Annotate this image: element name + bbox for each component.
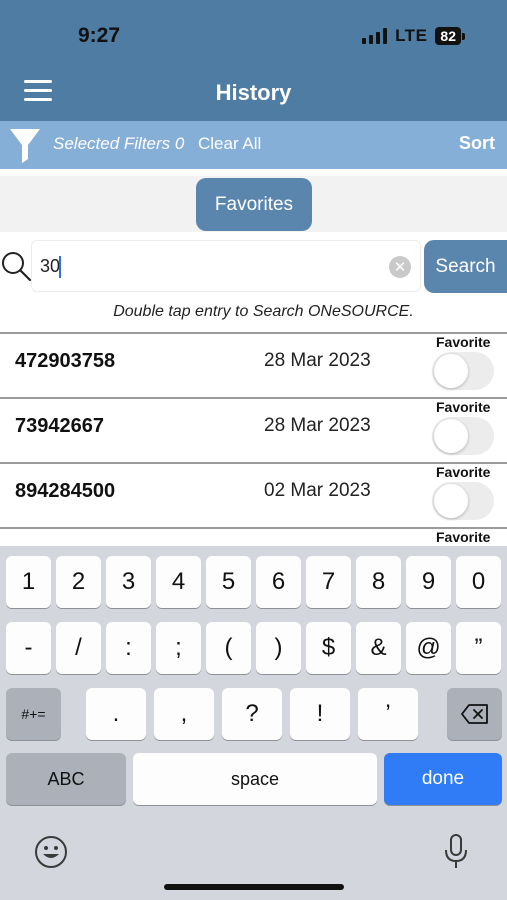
done-key[interactable]: done <box>384 753 502 805</box>
key-hyphen[interactable]: - <box>6 622 51 674</box>
favorite-toggle[interactable] <box>432 417 494 455</box>
favorite-label: Favorite <box>436 464 491 480</box>
status-time: 9:27 <box>78 24 121 47</box>
record-id: 894284500 <box>15 480 116 502</box>
backspace-icon <box>460 704 488 724</box>
sort-button[interactable]: Sort <box>459 133 495 154</box>
key-6[interactable]: 6 <box>256 556 301 608</box>
key-quote[interactable]: ” <box>456 622 501 674</box>
record-id: 472903758 <box>15 350 116 372</box>
key-apostrophe[interactable]: ’ <box>358 688 418 740</box>
search-field-container <box>31 240 421 292</box>
home-indicator <box>164 884 344 890</box>
key-exclamation[interactable]: ! <box>290 688 350 740</box>
battery-level: 82 <box>435 27 461 45</box>
list-item[interactable]: 472903758 28 Mar 2023 Favorite <box>0 332 507 397</box>
space-key[interactable]: space <box>133 753 377 805</box>
key-dollar[interactable]: $ <box>306 622 351 674</box>
text-cursor <box>59 256 61 278</box>
key-slash[interactable]: / <box>56 622 101 674</box>
key-9[interactable]: 9 <box>406 556 451 608</box>
network-type: LTE <box>395 26 428 45</box>
filter-bar: Selected Filters 0 Clear All Sort <box>0 121 507 169</box>
key-colon[interactable]: : <box>106 622 151 674</box>
favorite-label: Favorite <box>436 399 491 415</box>
emoji-icon[interactable] <box>34 835 68 869</box>
key-open-paren[interactable]: ( <box>206 622 251 674</box>
status-indicators: LTE 82 <box>362 26 465 46</box>
favorite-toggle[interactable] <box>432 352 494 390</box>
key-0[interactable]: 0 <box>456 556 501 608</box>
search-button[interactable]: Search <box>424 240 507 293</box>
key-question[interactable]: ? <box>222 688 282 740</box>
abc-key[interactable]: ABC <box>6 753 126 805</box>
key-3[interactable]: 3 <box>106 556 151 608</box>
list-item[interactable]: 894284500 02 Mar 2023 Favorite <box>0 462 507 527</box>
backspace-key[interactable] <box>447 688 502 740</box>
favorite-label: Favorite <box>436 334 491 350</box>
key-ampersand[interactable]: & <box>356 622 401 674</box>
search-hint: Double tap entry to Search ONeSOURCE. <box>113 303 414 320</box>
key-2[interactable]: 2 <box>56 556 101 608</box>
favorites-button[interactable]: Favorites <box>196 178 312 231</box>
list-item[interactable]: 73942667 28 Mar 2023 Favorite <box>0 397 507 462</box>
selected-filters-label: Selected Filters 0 <box>53 134 185 153</box>
key-4[interactable]: 4 <box>156 556 201 608</box>
key-semicolon[interactable]: ; <box>156 622 201 674</box>
record-date: 02 Mar 2023 <box>264 480 371 501</box>
record-id: 73942667 <box>15 415 104 437</box>
record-date: 28 Mar 2023 <box>264 415 371 436</box>
favorite-toggle[interactable] <box>432 482 494 520</box>
favorite-label: Favorite <box>436 529 491 545</box>
favorites-area: Favorites <box>0 176 507 232</box>
page-title: History <box>215 80 292 105</box>
key-at[interactable]: @ <box>406 622 451 674</box>
record-date: 28 Mar 2023 <box>264 350 371 371</box>
key-7[interactable]: 7 <box>306 556 351 608</box>
search-icon <box>2 252 32 282</box>
signal-icon <box>362 28 388 44</box>
top-bar: 9:27 LTE 82 History <box>0 0 507 121</box>
key-close-paren[interactable]: ) <box>256 622 301 674</box>
key-comma[interactable]: , <box>154 688 214 740</box>
clear-all-button[interactable]: Clear All <box>198 134 261 154</box>
keyboard: 1 2 3 4 5 6 7 8 9 0 - / : ; ( ) $ & @ ” … <box>0 546 507 900</box>
filter-funnel-icon[interactable] <box>8 125 42 165</box>
battery-icon: 82 <box>435 27 465 45</box>
key-5[interactable]: 5 <box>206 556 251 608</box>
search-input[interactable] <box>40 241 380 291</box>
key-8[interactable]: 8 <box>356 556 401 608</box>
key-period[interactable]: . <box>86 688 146 740</box>
microphone-icon[interactable] <box>443 833 469 871</box>
key-1[interactable]: 1 <box>6 556 51 608</box>
symbols-key[interactable]: #+= <box>6 688 61 740</box>
clear-text-icon[interactable]: ✕ <box>389 256 411 278</box>
